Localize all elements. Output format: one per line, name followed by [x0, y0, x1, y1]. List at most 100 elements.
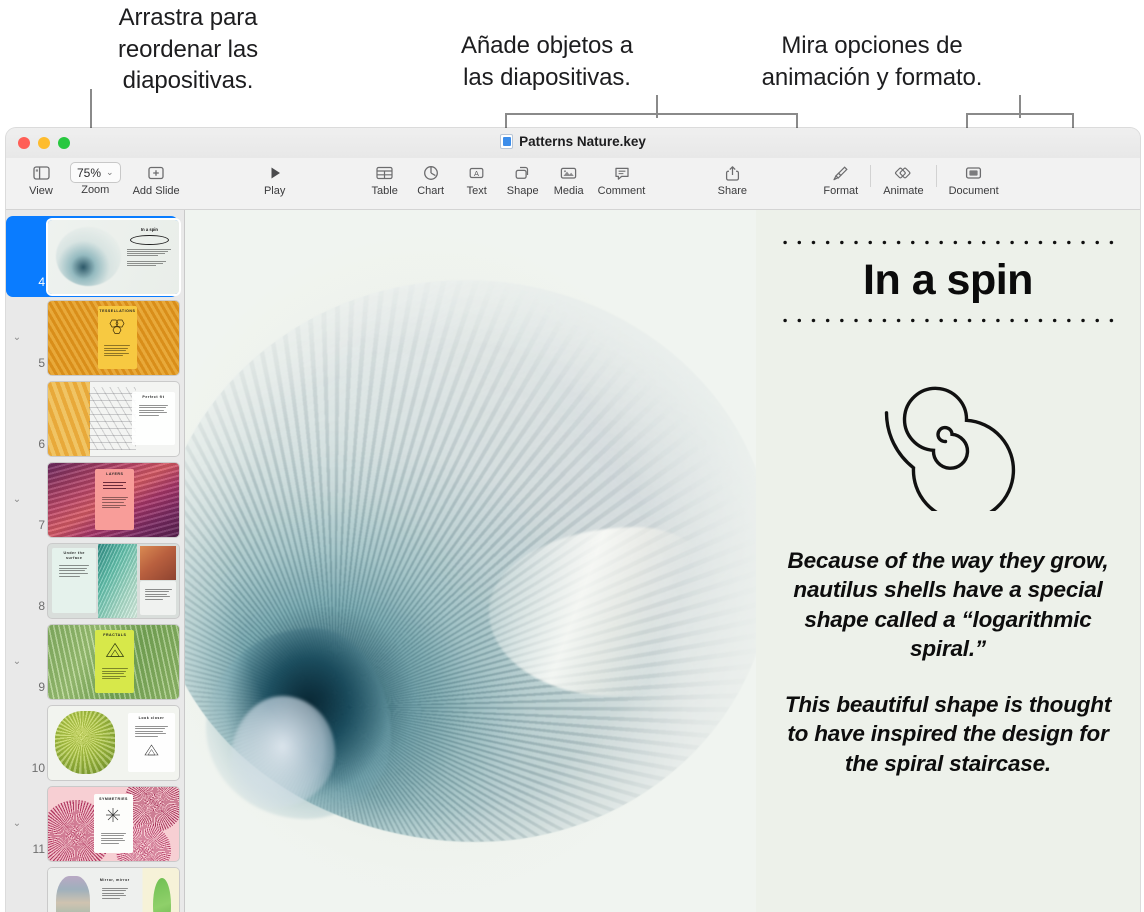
view-label: View: [29, 185, 53, 197]
thumb-card-5: TESSELLATIONS: [98, 306, 137, 368]
thumb-card-9: FRACTALS: [95, 630, 134, 692]
nautilus-shell-photo[interactable]: [185, 210, 756, 912]
thumbnail-image-7: LAYERS: [48, 463, 179, 537]
disclosure-chevron-5[interactable]: ⌄: [9, 333, 25, 343]
slide-thumbnail-10[interactable]: 10 Look closer: [6, 702, 184, 783]
thumb-card-7: LAYERS: [95, 469, 134, 530]
toolbar-group-view: View 75% ⌄ Zoom Add Slide: [18, 161, 186, 197]
slide-thumbnail-7[interactable]: ⌄ 7 LAYERS: [6, 459, 184, 540]
chart-button[interactable]: Chart: [408, 161, 454, 197]
dotted-rule-top: [778, 240, 1118, 245]
slide-text-column: In a spin Because of the way they grow, …: [756, 210, 1140, 912]
share-button[interactable]: Share: [709, 161, 755, 197]
play-button[interactable]: Play: [252, 161, 298, 197]
toolbar-divider-1: [870, 165, 871, 187]
zoom-popup-button[interactable]: 75% ⌄: [70, 162, 121, 183]
zoom-value: 75%: [77, 166, 101, 180]
thumbnail-image-9: FRACTALS: [48, 625, 179, 699]
thumb-card-8: Under the surface: [52, 548, 97, 613]
thumb-card-10: Look closer: [128, 713, 175, 772]
toolbar-group-share: Share: [709, 161, 755, 197]
thumbnail-image-10: Look closer: [48, 706, 179, 780]
callout-add-objects: Añade objetos a las diapositivas.: [432, 30, 662, 93]
slide-thumbnail-12[interactable]: 12 Mirror, mirror: [6, 864, 184, 912]
text-label: Text: [467, 185, 487, 197]
media-label: Media: [554, 185, 584, 197]
zoom-label: Zoom: [81, 184, 109, 196]
thumb-title-4: In a spin: [122, 227, 177, 232]
slide-body-paragraph-1[interactable]: Because of the way they grow, nautilus s…: [783, 546, 1113, 664]
comment-button[interactable]: Comment: [592, 161, 652, 197]
paintbrush-icon: [832, 162, 849, 184]
thumbnail-image-8: Under the surface: [48, 544, 179, 618]
share-label: Share: [718, 185, 747, 197]
slide-number: 5: [25, 356, 45, 378]
zoom-control[interactable]: 75% ⌄ Zoom: [64, 161, 127, 196]
thumb-title-11: SYMMETRIES: [99, 797, 128, 802]
slide-number: 4: [25, 275, 45, 297]
animate-button[interactable]: Animate: [877, 161, 929, 197]
toolbar-group-play: Play: [252, 161, 298, 197]
shape-button[interactable]: Shape: [500, 161, 546, 197]
thumb-title-5: TESSELLATIONS: [99, 309, 135, 314]
animate-diamonds-icon: [894, 162, 913, 184]
thumb-title-10: Look closer: [139, 716, 165, 721]
slide-number: 10: [25, 761, 45, 783]
thumbnail-image-11: SYMMETRIES: [48, 787, 179, 861]
format-label: Format: [823, 185, 858, 197]
thumbnail-image-12: Mirror, mirror: [48, 868, 179, 912]
play-triangle-icon: [267, 162, 283, 184]
comment-label: Comment: [598, 185, 646, 197]
slide-thumbnail-8[interactable]: 8 Under the surface: [6, 540, 184, 621]
slide-navigator[interactable]: 4 In a spin: [6, 210, 185, 912]
format-button[interactable]: Format: [817, 161, 864, 197]
current-slide[interactable]: In a spin Because of the way they grow, …: [185, 210, 1140, 912]
thumbnail-image-5: TESSELLATIONS: [48, 301, 179, 375]
share-arrow-icon: [725, 162, 740, 184]
disclosure-chevron-7[interactable]: ⌄: [9, 495, 25, 505]
slide-title[interactable]: In a spin: [863, 259, 1033, 302]
toolbar-group-insert: Table Chart A Text Shape: [362, 161, 652, 197]
thumb-title-8: Under the surface: [55, 551, 94, 560]
table-grid-icon: [376, 162, 393, 184]
document-title-group[interactable]: Patterns Nature.key: [6, 134, 1140, 149]
add-slide-button[interactable]: Add Slide: [127, 161, 186, 197]
slide-canvas[interactable]: In a spin Because of the way they grow, …: [185, 210, 1140, 912]
thumb-title-12: Mirror, mirror: [100, 878, 130, 883]
shape-label: Shape: [507, 185, 539, 197]
add-slide-label: Add Slide: [133, 185, 180, 197]
text-button[interactable]: A Text: [454, 161, 500, 197]
thumb-card-6: Perfect fit: [132, 392, 175, 445]
play-label: Play: [264, 185, 285, 197]
document-button[interactable]: Document: [943, 161, 1005, 197]
slide-number: 11: [25, 842, 45, 864]
toolbar-group-inspector: Format Animate Document: [817, 161, 1004, 197]
chart-label: Chart: [417, 185, 444, 197]
slide-number: 8: [25, 599, 45, 621]
callout-drag-reorder: Arrastra para reordenar las diapositivas…: [78, 2, 298, 97]
logarithmic-spiral-icon[interactable]: [862, 361, 1034, 516]
table-button[interactable]: Table: [362, 161, 408, 197]
photo-vignette: [185, 210, 756, 912]
slide-thumbnail-6[interactable]: 6 Perfect fit: [6, 378, 184, 459]
shapes-icon: [514, 162, 531, 184]
thumb-title-7: LAYERS: [106, 472, 123, 477]
slide-thumbnail-9[interactable]: ⌄ 9 FRACTALS: [6, 621, 184, 702]
window-body: 4 In a spin: [6, 210, 1140, 912]
slide-thumbnail-4[interactable]: 4 In a spin: [6, 216, 178, 297]
thumbnail-image-4: In a spin: [48, 220, 179, 294]
disclosure-chevron-11[interactable]: ⌄: [9, 819, 25, 829]
disclosure-chevron-9[interactable]: ⌄: [9, 657, 25, 667]
animate-label: Animate: [883, 185, 923, 197]
media-button[interactable]: Media: [546, 161, 592, 197]
svg-text:A: A: [474, 169, 479, 178]
view-button[interactable]: View: [18, 161, 64, 197]
slide-body-paragraph-2[interactable]: This beautiful shape is thought to have …: [783, 690, 1113, 778]
comment-bubble-icon: [614, 162, 630, 184]
keynote-window: Patterns Nature.key View 75% ⌄ Zoom: [6, 128, 1140, 912]
slide-thumbnail-11[interactable]: ⌄ 11 SYMMETRIES: [6, 783, 184, 864]
dotted-rule-bottom: [778, 318, 1118, 323]
thumb-card-8b: [140, 581, 177, 615]
slide-number: 6: [25, 437, 45, 459]
slide-thumbnail-5[interactable]: ⌄ 5 TESSELLATIONS: [6, 297, 184, 378]
